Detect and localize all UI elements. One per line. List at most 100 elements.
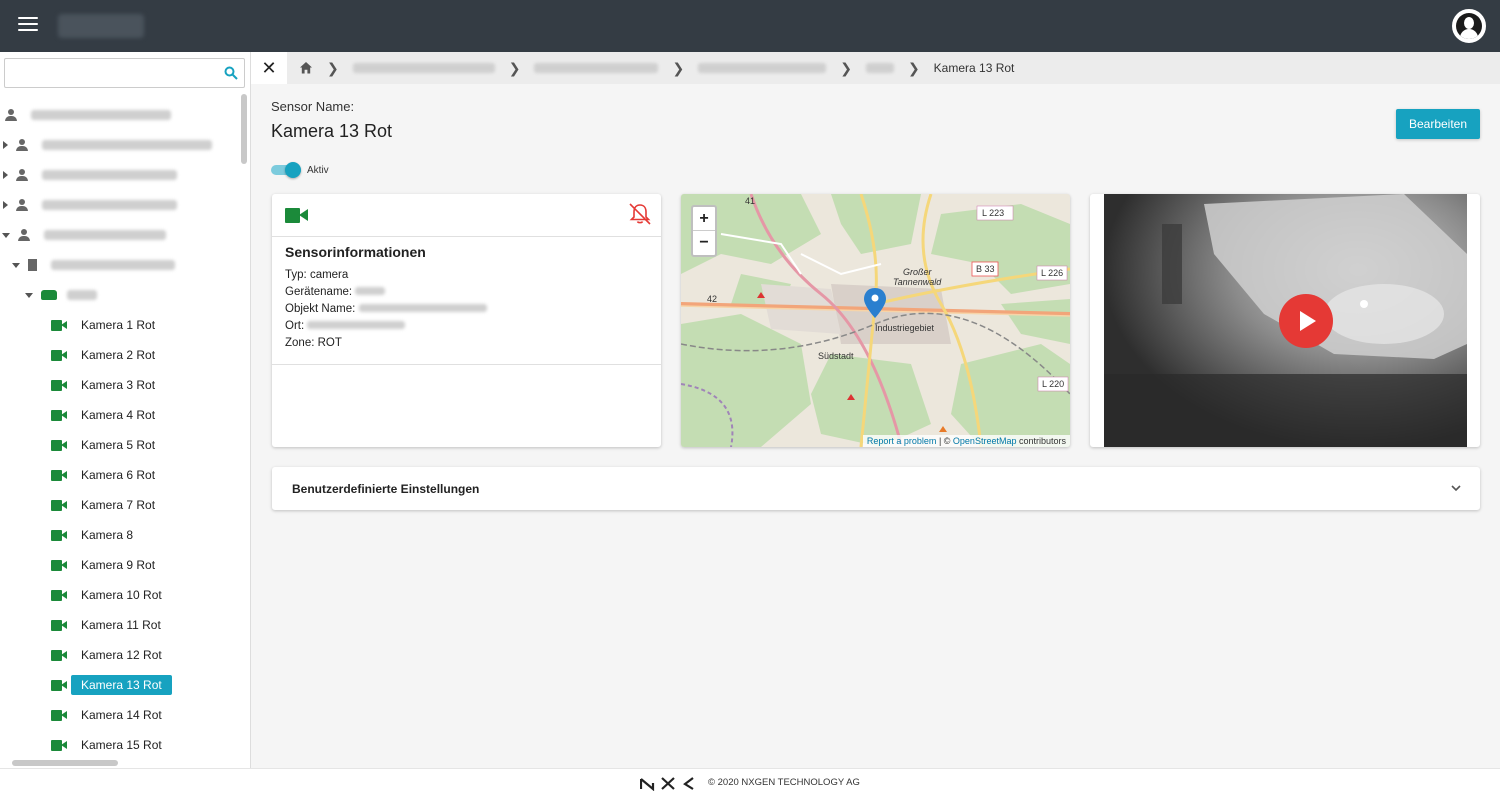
breadcrumb-item[interactable]	[534, 63, 659, 73]
camera-item[interactable]: Kamera 9 Rot	[0, 550, 238, 580]
tree-item-site[interactable]	[0, 250, 238, 280]
caret-down-icon[interactable]	[2, 232, 10, 238]
play-icon	[1300, 311, 1316, 331]
edit-button[interactable]: Bearbeiten	[1396, 109, 1480, 139]
camera-item-label[interactable]: Kamera 9 Rot	[71, 555, 165, 575]
camera-list: Kamera 1 Rot Kamera 2 Rot Kamera 3 Rot Kame…	[0, 310, 238, 760]
video-camera-icon	[51, 439, 67, 451]
camera-item-label[interactable]: Kamera 5 Rot	[71, 435, 165, 455]
video-camera-icon	[51, 589, 67, 601]
tree-item-customer[interactable]	[0, 130, 238, 160]
camera-item[interactable]: Kamera 13 Rot	[0, 670, 238, 700]
breadcrumb-item[interactable]	[698, 63, 827, 73]
camera-item-label[interactable]: Kamera 2 Rot	[71, 345, 165, 365]
camera-item[interactable]: Kamera 2 Rot	[0, 340, 238, 370]
camera-item-label[interactable]: Kamera 10 Rot	[71, 585, 172, 605]
camera-item-label[interactable]: Kamera 7 Rot	[71, 495, 165, 515]
copyright-text: © 2020 NXGEN TECHNOLOGY AG	[708, 777, 860, 788]
bell-off-icon[interactable]	[627, 202, 653, 226]
camera-item[interactable]: Kamera 4 Rot	[0, 400, 238, 430]
map-zoom-control: + −	[691, 205, 717, 257]
close-icon[interactable]: ✕	[251, 52, 287, 84]
person-icon	[18, 229, 30, 241]
camera-item[interactable]: Kamera 8	[0, 520, 238, 550]
person-icon	[5, 109, 17, 121]
user-avatar-icon[interactable]	[1452, 9, 1486, 43]
breadcrumb-item[interactable]	[865, 63, 894, 73]
zoom-out-button[interactable]: −	[693, 231, 715, 255]
camera-item[interactable]: Kamera 6 Rot	[0, 460, 238, 490]
camera-item-label[interactable]: Kamera 15 Rot	[71, 735, 172, 755]
app-logo	[58, 14, 144, 38]
caret-down-icon[interactable]	[25, 292, 33, 298]
map-road-label: 41	[745, 196, 756, 206]
chevron-right-icon: ❯	[840, 59, 852, 76]
hamburger-icon[interactable]	[18, 17, 38, 33]
tree-item-label	[42, 200, 177, 210]
camera-item[interactable]: Kamera 11 Rot	[0, 610, 238, 640]
sensor-name-label: Sensor Name:	[271, 99, 355, 114]
camera-item-label[interactable]: Kamera 14 Rot	[71, 705, 172, 725]
vertical-scrollbar[interactable]	[241, 94, 247, 164]
footer: © 2020 NXGEN TECHNOLOGY AG	[0, 768, 1500, 796]
breadcrumb: ✕ ❯ ❯ ❯ ❯ ❯ Kamera 13 Rot	[251, 52, 1500, 84]
video-camera-icon	[51, 619, 67, 631]
map-tiles[interactable]	[681, 194, 1070, 447]
camera-item[interactable]: Kamera 14 Rot	[0, 700, 238, 730]
camera-item[interactable]: Kamera 12 Rot	[0, 640, 238, 670]
search-input[interactable]	[5, 59, 215, 87]
sensor-info-title: Sensorinformationen	[285, 244, 426, 260]
caret-down-icon[interactable]	[12, 262, 20, 268]
tree-item-label	[67, 290, 97, 300]
video-camera-icon	[51, 709, 67, 721]
caret-right-icon[interactable]	[3, 171, 8, 179]
tree-item-customer[interactable]	[0, 160, 238, 190]
play-button[interactable]	[1279, 294, 1333, 348]
tree-item-label	[42, 140, 212, 150]
map-card[interactable]: L 223 B 33 L 226 L 220 41 42 Großer Tann…	[681, 194, 1070, 447]
tree-item-label	[31, 110, 171, 120]
caret-right-icon[interactable]	[3, 201, 8, 209]
zoom-in-button[interactable]: +	[693, 207, 715, 231]
caret-right-icon[interactable]	[3, 141, 8, 149]
chevron-down-icon[interactable]	[1450, 482, 1462, 494]
tree-item-customer[interactable]	[0, 100, 238, 130]
osm-link[interactable]: OpenStreetMap	[953, 436, 1017, 446]
camera-item-label[interactable]: Kamera 13 Rot	[71, 675, 172, 695]
search-field[interactable]	[4, 58, 245, 88]
tree-item-customer[interactable]	[0, 220, 238, 250]
video-camera-icon	[51, 469, 67, 481]
breadcrumb-item[interactable]	[352, 63, 495, 73]
home-icon[interactable]	[299, 61, 313, 75]
camera-item-label[interactable]: Kamera 8	[71, 525, 143, 545]
object-name-label: Objekt Name:	[285, 303, 356, 315]
custom-settings-accordion[interactable]: Benutzerdefinierte Einstellungen	[272, 467, 1480, 510]
type-label: Typ:	[285, 269, 307, 281]
top-bar	[0, 0, 1500, 52]
camera-item-label[interactable]: Kamera 4 Rot	[71, 405, 165, 425]
camera-item[interactable]: Kamera 1 Rot	[0, 310, 238, 340]
camera-item-label[interactable]: Kamera 1 Rot	[71, 315, 165, 335]
active-toggle[interactable]	[271, 162, 301, 178]
camera-item[interactable]: Kamera 5 Rot	[0, 430, 238, 460]
report-problem-link[interactable]: Report a problem	[867, 436, 937, 446]
video-camera-icon	[285, 208, 311, 223]
camera-item-label[interactable]: Kamera 11 Rot	[71, 615, 171, 635]
video-thumbnail[interactable]	[1104, 194, 1467, 447]
video-card	[1090, 194, 1480, 447]
tree-item-customer[interactable]	[0, 190, 238, 220]
device-name-value	[355, 287, 386, 295]
map-road-label: L 220	[1042, 379, 1065, 389]
camera-item[interactable]: Kamera 3 Rot	[0, 370, 238, 400]
camera-item[interactable]: Kamera 15 Rot	[0, 730, 238, 760]
search-icon[interactable]	[224, 66, 238, 80]
camera-item[interactable]: Kamera 7 Rot	[0, 490, 238, 520]
tree-item-label	[51, 260, 175, 270]
camera-item-label[interactable]: Kamera 12 Rot	[71, 645, 172, 665]
tree-item-zone[interactable]	[0, 280, 238, 310]
camera-item[interactable]: Kamera 10 Rot	[0, 580, 238, 610]
horizontal-scrollbar[interactable]	[12, 760, 118, 766]
camera-item-label[interactable]: Kamera 3 Rot	[71, 375, 165, 395]
tree-item-label	[42, 170, 177, 180]
camera-item-label[interactable]: Kamera 6 Rot	[71, 465, 165, 485]
